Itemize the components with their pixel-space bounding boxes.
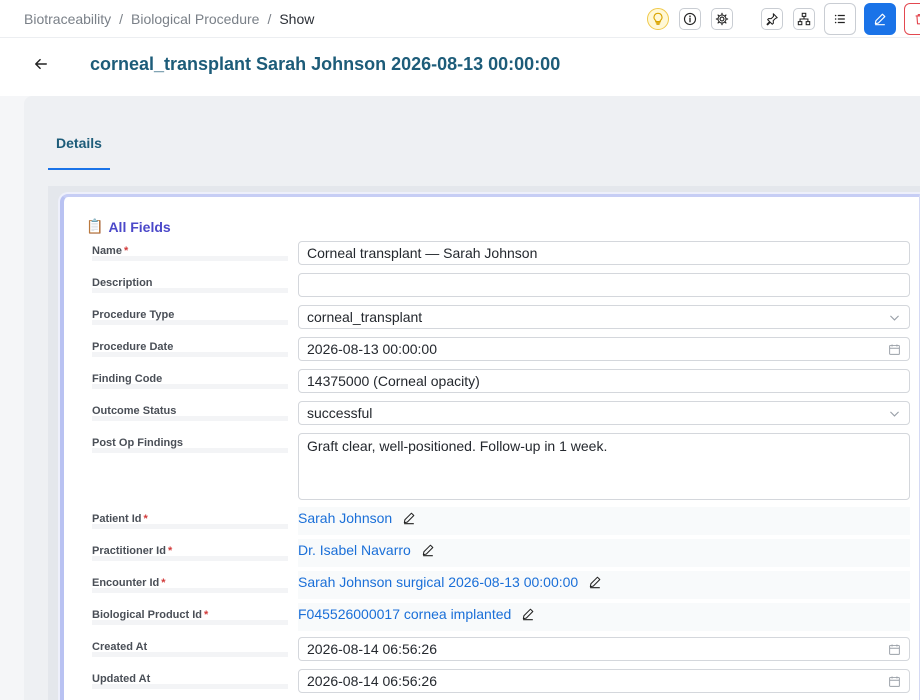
required-marker: * <box>167 545 173 557</box>
encounter-link-group: Sarah Johnson surgical 2026-08-13 00:00:… <box>298 574 602 590</box>
calendar-icon <box>889 676 900 687</box>
required-marker: * <box>204 609 209 621</box>
tab-panel: 📋 All Fields Name * Corneal transplant — … <box>48 186 920 700</box>
updated-at-input[interactable]: 2026-08-14 06:56:26 <box>298 669 910 693</box>
pin-button[interactable] <box>761 8 783 30</box>
clipboard-icon: 📋 <box>86 218 104 234</box>
content-area: Details 📋 All Fields Name * Corneal trans… <box>24 96 920 700</box>
section-title: 📋 All Fields <box>86 218 171 235</box>
chevron-down-icon <box>890 411 899 417</box>
section-title-text: All Fields <box>108 218 171 235</box>
pin-icon <box>766 13 778 26</box>
field-label: Procedure Type <box>92 309 288 325</box>
outcome-status-select[interactable]: successful <box>298 401 910 425</box>
field-label: Created At <box>92 641 288 657</box>
procedure-date-value: 2026-08-13 00:00:00 <box>307 341 437 357</box>
created-at-value: 2026-08-14 06:56:26 <box>307 641 437 657</box>
hierarchy-button[interactable] <box>793 8 815 30</box>
patient-link-group: Sarah Johnson <box>298 510 416 526</box>
procedure-date-input[interactable]: 2026-08-13 00:00:00 <box>298 337 910 361</box>
list-icon <box>834 14 845 24</box>
required-marker: * <box>123 245 129 257</box>
procedure-type-value: corneal_transplant <box>307 309 423 325</box>
description-input[interactable] <box>298 273 910 297</box>
pencil-icon <box>404 512 415 525</box>
edit-biological-product-button[interactable] <box>521 607 535 621</box>
lightbulb-icon <box>653 12 663 25</box>
hierarchy-icon <box>797 12 811 26</box>
created-at-input[interactable]: 2026-08-14 06:56:26 <box>298 637 910 661</box>
field-label: Outcome Status <box>92 405 288 421</box>
list-view-button[interactable] <box>824 3 856 35</box>
biological-product-link-group: F045526000017 cornea implanted <box>298 606 535 622</box>
calendar-icon <box>889 644 900 655</box>
top-bar: Biotraceability / Biological Procedure /… <box>0 0 920 38</box>
pencil-icon <box>590 576 601 589</box>
settings-button[interactable] <box>711 8 733 30</box>
updated-at-value: 2026-08-14 06:56:26 <box>307 673 437 689</box>
field-label: Updated At <box>92 673 288 689</box>
edit-icon <box>874 13 886 26</box>
field-label: Encounter Id * <box>92 577 288 593</box>
name-input[interactable]: Corneal transplant — Sarah Johnson <box>298 241 910 265</box>
breadcrumb-separator: / <box>119 11 124 27</box>
pencil-icon <box>422 544 434 557</box>
field-label: Procedure Date <box>92 341 288 357</box>
page-header: corneal_transplant Sarah Johnson 2026-08… <box>0 38 920 96</box>
outcome-status-value: successful <box>307 405 373 421</box>
post-op-findings-textarea[interactable]: Graft clear, well-positioned. Follow-up … <box>298 433 910 500</box>
required-marker: * <box>161 577 166 589</box>
procedure-type-select[interactable]: corneal_transplant <box>298 305 910 329</box>
calendar-icon <box>889 344 900 355</box>
field-label: Patient Id * <box>92 513 288 529</box>
tips-button[interactable] <box>647 8 669 30</box>
breadcrumb: Biotraceability / Biological Procedure /… <box>24 11 314 27</box>
breadcrumb-separator: / <box>267 11 272 27</box>
pencil-icon <box>523 608 534 621</box>
breadcrumb-item-biological-procedure[interactable]: Biological Procedure <box>131 11 259 27</box>
gear-icon <box>715 12 729 26</box>
info-icon <box>683 12 697 26</box>
finding-code-input[interactable]: 14375000 (Corneal opacity) <box>298 369 910 393</box>
practitioner-link[interactable]: Dr. Isabel Navarro <box>298 542 411 558</box>
breadcrumb-item-biotraceability[interactable]: Biotraceability <box>24 11 111 27</box>
delete-button[interactable] <box>904 3 920 35</box>
back-button[interactable] <box>30 53 52 75</box>
patient-link[interactable]: Sarah Johnson <box>298 510 392 526</box>
field-label: Description <box>92 277 288 293</box>
field-label: Post Op Findings <box>92 437 288 453</box>
field-label: Biological Product Id * <box>92 609 288 625</box>
encounter-link[interactable]: Sarah Johnson surgical 2026-08-13 00:00:… <box>298 574 578 590</box>
field-label: Name * <box>92 245 288 261</box>
edit-encounter-button[interactable] <box>588 575 602 589</box>
tab-details[interactable]: Details <box>48 118 110 170</box>
practitioner-link-group: Dr. Isabel Navarro <box>298 542 435 558</box>
page-title: corneal_transplant Sarah Johnson 2026-08… <box>90 54 561 74</box>
breadcrumb-item-show: Show <box>279 11 315 27</box>
trash-icon <box>915 14 920 25</box>
biological-product-link[interactable]: F045526000017 cornea implanted <box>298 606 511 622</box>
arrow-left-icon <box>35 58 47 70</box>
required-marker: * <box>143 513 148 525</box>
chevron-down-icon <box>890 315 899 321</box>
edit-patient-button[interactable] <box>402 511 416 525</box>
field-label: Finding Code <box>92 373 288 389</box>
edit-practitioner-button[interactable] <box>421 543 435 557</box>
field-label: Practitioner Id * <box>92 545 288 561</box>
all-fields-card: 📋 All Fields Name * Corneal transplant — … <box>60 194 920 700</box>
edit-button[interactable] <box>864 3 896 35</box>
info-button[interactable] <box>679 8 701 30</box>
